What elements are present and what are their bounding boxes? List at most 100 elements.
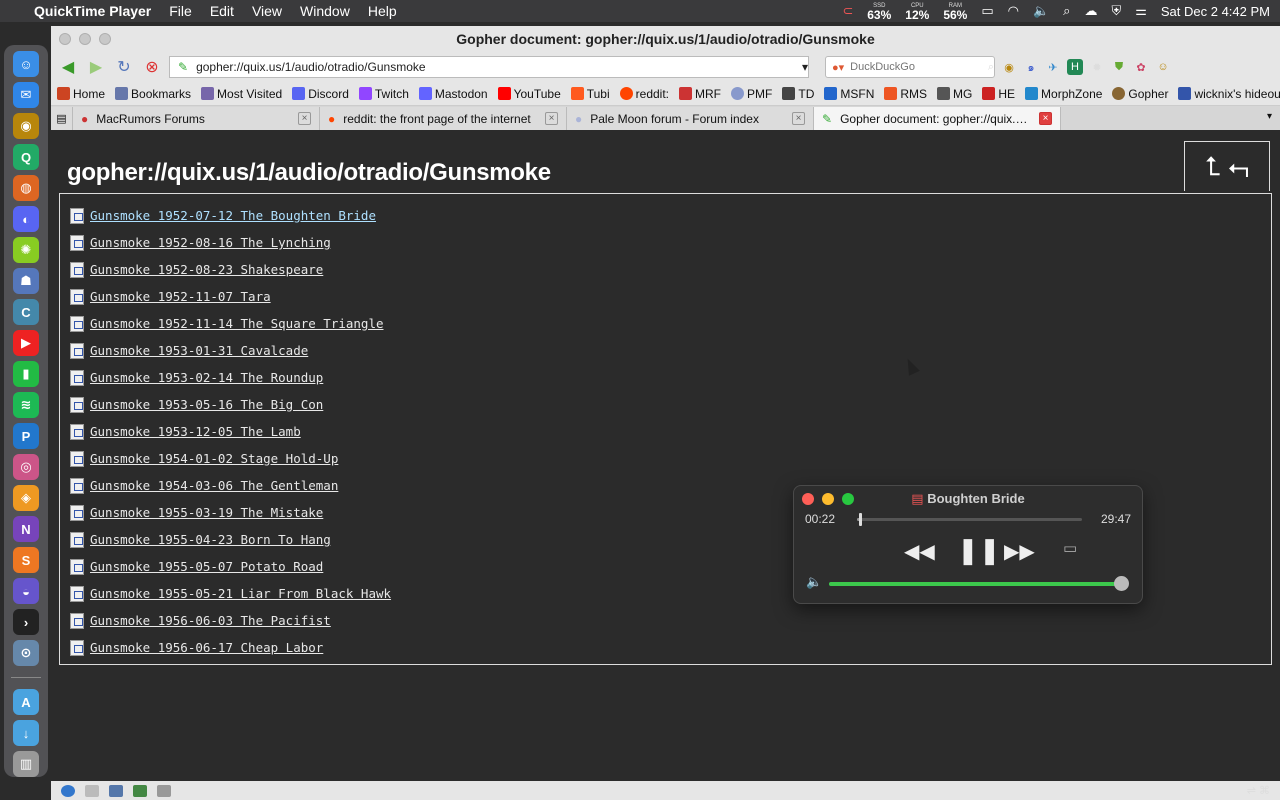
- tab-pale-moon-forum[interactable]: ● Pale Moon forum - Forum index ×: [567, 107, 814, 130]
- menu-help[interactable]: Help: [368, 3, 397, 19]
- pandora-icon[interactable]: P: [13, 423, 39, 449]
- face-icon[interactable]: ☺: [1155, 59, 1171, 75]
- battery-icon[interactable]: ▭: [981, 3, 993, 19]
- menu-window[interactable]: Window: [300, 3, 350, 19]
- tab-close-button[interactable]: ×: [1039, 112, 1052, 125]
- gopher-link[interactable]: Gunsmoke 1956-06-17 Cheap Labor: [90, 640, 323, 655]
- parent-dir-icon[interactable]: ⮤: [1205, 151, 1220, 183]
- reload-button[interactable]: ↻: [113, 56, 135, 78]
- gopher-link[interactable]: Gunsmoke 1954-01-02 Stage Hold-Up: [90, 451, 338, 466]
- ssd-stat[interactable]: SSD 63%: [867, 2, 891, 21]
- zoom-window-button[interactable]: [99, 33, 111, 45]
- tab-reddit[interactable]: ● reddit: the front page of the internet…: [320, 107, 567, 130]
- speaker-icon[interactable]: 🔈: [806, 574, 822, 590]
- back-button[interactable]: ◀: [57, 56, 79, 78]
- magnet-icon[interactable]: ⊂: [842, 3, 853, 19]
- github-icon[interactable]: ◒: [13, 578, 39, 604]
- feather-icon[interactable]: ✈: [1045, 59, 1061, 75]
- tab-list-icon[interactable]: ▤: [51, 107, 73, 130]
- gopher-link[interactable]: Gunsmoke 1953-01-31 Cavalcade: [90, 343, 308, 358]
- volume-icon[interactable]: 🔈: [1033, 3, 1049, 19]
- spotlight-search-icon[interactable]: ⌕: [1063, 3, 1070, 19]
- app-menu[interactable]: QuickTime Player: [34, 3, 151, 19]
- swirl-icon[interactable]: ๑: [1023, 59, 1039, 75]
- pause-button[interactable]: ❚❚: [957, 535, 1001, 566]
- bookmark-mastodon[interactable]: Mastodon: [418, 87, 488, 101]
- bookmark-wicknix[interactable]: wicknix's hideout: [1178, 87, 1280, 101]
- finder-icon[interactable]: ☺: [13, 51, 39, 77]
- robot-icon[interactable]: ☗: [13, 268, 39, 294]
- bookmark-rms[interactable]: RMS: [884, 87, 927, 101]
- youtube-icon[interactable]: ▶: [13, 330, 39, 356]
- minimize-window-button[interactable]: [79, 33, 91, 45]
- bookmark-msfn[interactable]: MSFN: [824, 87, 874, 101]
- tab-gopher-document[interactable]: ✎ Gopher document: gopher://quix.u... ×: [814, 107, 1061, 130]
- lime-icon[interactable]: ✺: [13, 237, 39, 263]
- gopher-link[interactable]: Gunsmoke 1955-05-21 Liar From Black Hawk: [90, 586, 391, 601]
- gopher-link[interactable]: Gunsmoke 1953-02-14 The Roundup: [90, 370, 323, 385]
- composer-icon[interactable]: [109, 784, 123, 797]
- gopher-link[interactable]: Gunsmoke 1952-07-12 The Boughten Bride: [90, 208, 376, 223]
- bookmark-youtube[interactable]: YouTube: [497, 87, 561, 101]
- bookmark-mg[interactable]: MG: [937, 87, 972, 101]
- window-titlebar[interactable]: Gopher document: gopher://quix.us/1/audi…: [51, 26, 1280, 52]
- c-app-icon[interactable]: C: [13, 299, 39, 325]
- menu-view[interactable]: View: [252, 3, 282, 19]
- control-center-icon[interactable]: ⚌: [1135, 3, 1147, 19]
- monkey-icon[interactable]: ◉: [1001, 59, 1017, 75]
- camera-icon[interactable]: ◎: [13, 454, 39, 480]
- cloud-icon[interactable]: ☁: [1084, 3, 1097, 19]
- search-icon[interactable]: ⌕: [988, 61, 994, 74]
- connection-status-icon[interactable]: ⇌ ⌘: [1247, 784, 1270, 797]
- forward-button[interactable]: ▶: [85, 56, 107, 78]
- search-box[interactable]: ●▾ ⌕: [825, 56, 995, 78]
- seamonkey-icon[interactable]: ◉: [13, 113, 39, 139]
- facetime-icon[interactable]: ▮: [13, 361, 39, 387]
- clock[interactable]: Sat Dec 2 4:42 PM: [1161, 4, 1270, 19]
- bookmark-reddit[interactable]: reddit:: [619, 87, 669, 101]
- volume-knob[interactable]: [1114, 576, 1129, 591]
- menu-edit[interactable]: Edit: [210, 3, 234, 19]
- spotify-icon[interactable]: ≋: [13, 392, 39, 418]
- tab-close-button[interactable]: ×: [792, 112, 805, 125]
- quicktime-icon[interactable]: Q: [13, 144, 39, 170]
- gopher-link[interactable]: Gunsmoke 1955-04-23 Born To Hang: [90, 532, 331, 547]
- cpu-stat[interactable]: CPU 12%: [905, 2, 929, 21]
- fast-forward-button[interactable]: ▶▶: [1004, 539, 1035, 564]
- url-dropdown-icon[interactable]: ▾: [802, 60, 808, 74]
- gopher-link[interactable]: Gunsmoke 1955-03-19 The Mistake: [90, 505, 323, 520]
- gopher-link[interactable]: Gunsmoke 1953-05-16 The Big Con: [90, 397, 323, 412]
- bookmark-bookmarks[interactable]: Bookmarks: [115, 87, 191, 101]
- terminal-icon[interactable]: ›: [13, 609, 39, 635]
- scrub-bar[interactable]: [857, 513, 1082, 526]
- gopher-link[interactable]: Gunsmoke 1952-11-07 Tara: [90, 289, 271, 304]
- shield-addon-icon[interactable]: ⛊: [1111, 59, 1127, 75]
- up-directory-button[interactable]: ⮤ ⮢: [1184, 141, 1270, 191]
- mail-icon[interactable]: ✉: [13, 82, 39, 108]
- downloads-folder-icon[interactable]: ↓: [13, 720, 39, 746]
- gopher-link[interactable]: Gunsmoke 1955-05-07 Potato Road: [90, 559, 323, 574]
- h-extension-icon[interactable]: H: [1067, 59, 1083, 75]
- magnifier-icon[interactable]: ⊙: [13, 640, 39, 666]
- menu-file[interactable]: File: [169, 3, 192, 19]
- browser-icon[interactable]: ◍: [13, 175, 39, 201]
- discord-icon[interactable]: ◐: [13, 206, 39, 232]
- shield-icon[interactable]: ⛨: [1111, 3, 1121, 19]
- back-dir-icon[interactable]: ⮢: [1228, 151, 1249, 183]
- bookmark-pmf[interactable]: PMF: [731, 87, 772, 101]
- bookmark-most-visited[interactable]: Most Visited: [201, 87, 282, 101]
- search-input[interactable]: [850, 61, 982, 73]
- player-title-bar[interactable]: ▤ Boughten Bride: [794, 491, 1142, 507]
- rewind-button[interactable]: ◀◀: [904, 539, 935, 564]
- wifi-icon[interactable]: ◠: [1008, 3, 1019, 19]
- gopher-link[interactable]: Gunsmoke 1956-06-03 The Pacifist: [90, 613, 331, 628]
- bookmark-td[interactable]: TD: [782, 87, 814, 101]
- onenote-icon[interactable]: N: [13, 516, 39, 542]
- bookmark-tubi[interactable]: Tubi: [570, 87, 610, 101]
- address-book-icon[interactable]: [133, 784, 147, 797]
- duckduckgo-icon[interactable]: ●▾: [832, 61, 844, 74]
- tab-overflow-icon[interactable]: ▾: [1267, 111, 1272, 122]
- applications-folder-icon[interactable]: A: [13, 689, 39, 715]
- trash-icon[interactable]: ▥: [13, 751, 39, 777]
- badge-icon[interactable]: ✿: [1133, 59, 1149, 75]
